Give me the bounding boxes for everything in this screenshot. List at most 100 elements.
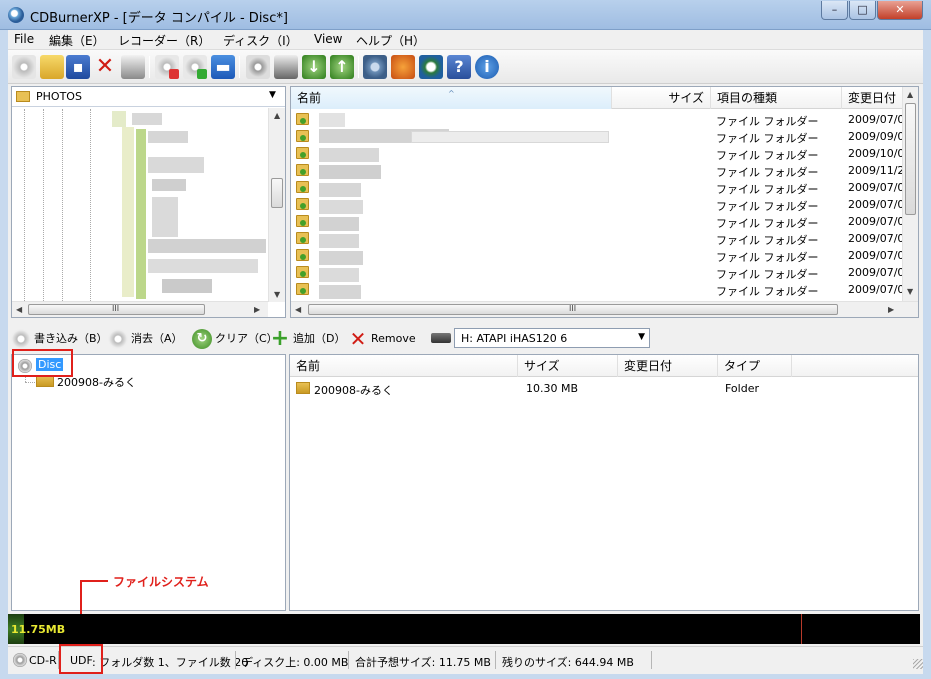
menu-help[interactable]: ヘルプ（H）	[356, 32, 425, 49]
column-header-size[interactable]: サイズ	[612, 87, 711, 109]
remove-button-label: Remove	[371, 332, 416, 345]
help-icon[interactable]: ?	[447, 55, 471, 79]
row-type: ファイル フォルダー	[716, 149, 819, 162]
row-date: 2009/07/0	[848, 249, 905, 262]
chevron-down-icon[interactable]: ▼	[269, 90, 276, 100]
burn-button[interactable]: 書き込み（B）	[11, 328, 108, 350]
annotation-line	[80, 580, 108, 582]
file-list-vertical-scrollbar[interactable]: ▲ ▼	[902, 87, 918, 301]
table-row[interactable]: ファイル フォルダー 2009/07/0	[291, 213, 904, 230]
row-date: 2009/07/0	[848, 283, 905, 296]
scroll-thumb[interactable]	[905, 103, 916, 215]
settings-icon[interactable]	[363, 55, 387, 79]
menu-file[interactable]: File	[14, 32, 34, 46]
info-icon[interactable]: i	[475, 55, 499, 79]
column-header-type[interactable]: 項目の種類	[711, 87, 842, 109]
table-row[interactable]: ファイル フォルダー 2009/07/0	[291, 196, 904, 213]
menu-recorder[interactable]: レコーダー（R）	[118, 32, 210, 49]
folder-tree[interactable]: PHOTOS ▼ ▲ ▼ ◀ III ▶	[11, 86, 286, 318]
open-icon[interactable]	[40, 55, 64, 79]
add-icon: +	[270, 326, 290, 351]
drive-icon[interactable]	[274, 55, 298, 79]
folder-icon	[296, 130, 309, 142]
file-list[interactable]: 名前 ^ サイズ 項目の種類 変更日付 ファイル フォルダー 2009/07/0 ファ…	[290, 86, 919, 318]
remaining-size: 残りのサイズ: 644.94 MB	[502, 656, 634, 669]
tree-vertical-scrollbar[interactable]: ▲ ▼	[268, 108, 285, 302]
menu-edit[interactable]: 編集（E）	[49, 32, 105, 49]
folder-icon	[296, 232, 309, 244]
row-date: 2009/11/2	[848, 164, 905, 177]
app-icon[interactable]	[8, 7, 24, 23]
burn-button-label: 書き込み（B）	[34, 332, 108, 345]
media-type: CD-R	[29, 654, 57, 667]
minimize-button[interactable]: –	[821, 1, 848, 20]
chevron-down-icon[interactable]: ▼	[638, 332, 645, 342]
drive-icon	[431, 333, 451, 343]
erase-button[interactable]: 消去（A）	[108, 328, 183, 350]
folder-icon	[296, 249, 309, 261]
row-date: 2009/07/0	[848, 232, 905, 245]
row-name: 200908-みるく	[314, 384, 393, 397]
compile-list[interactable]: 名前 サイズ 変更日付 タイプ 200908-みるく 10.30 MB Fold…	[289, 354, 919, 611]
export-icon[interactable]: ↑	[330, 55, 354, 79]
status-bar: CD-R UDF : フォルダ数 1、ファイル数 20 ディスク上: 0.00 …	[8, 646, 923, 674]
close-button[interactable]: ✕	[877, 1, 923, 20]
burn-disc-icon	[11, 329, 31, 349]
search-icon[interactable]	[419, 55, 443, 79]
folder-icon	[296, 147, 309, 159]
file-list-header: 名前 ^ サイズ 項目の種類 変更日付	[291, 87, 918, 109]
column-header-size[interactable]: サイズ	[518, 355, 618, 377]
erase-disc-icon[interactable]	[155, 55, 179, 79]
compile-list-header: 名前 サイズ 変更日付 タイプ	[290, 355, 918, 377]
column-header-name[interactable]: 名前	[290, 355, 518, 377]
add-button[interactable]: + 追加（D）	[270, 326, 346, 351]
row-date: 2009/09/0	[848, 130, 905, 143]
new-disc-icon[interactable]	[12, 55, 36, 79]
table-row[interactable]: ファイル フォルダー 2009/07/0	[291, 247, 905, 264]
title-bar[interactable]: CDBurnerXP - [データ コンパイル - Disc*] – □ ✕	[0, 0, 931, 30]
folder-icon	[296, 113, 309, 125]
folder-combo-text: PHOTOS	[36, 90, 82, 103]
column-header-type[interactable]: タイプ	[718, 355, 792, 377]
drive-select[interactable]: H: ATAPI iHAS120 6 ▼	[454, 328, 650, 348]
remove-button[interactable]: ✕ Remove	[348, 328, 416, 350]
print-icon[interactable]	[121, 55, 145, 79]
maximize-button[interactable]: □	[849, 1, 876, 20]
menu-view[interactable]: View	[314, 32, 342, 46]
cd-icon	[13, 653, 27, 667]
scroll-thumb[interactable]	[271, 178, 283, 208]
column-header-name[interactable]: 名前 ^	[291, 87, 612, 109]
folder-icon	[16, 91, 30, 102]
table-row[interactable]: ファイル フォルダー 2009/07/0	[291, 281, 905, 298]
row-size: 10.30 MB	[526, 382, 579, 395]
size-on-disc: ディスク上: 0.00 MB	[242, 656, 349, 669]
row-date: 2009/07/0	[848, 181, 905, 194]
import-session-icon[interactable]: ↓	[302, 55, 326, 79]
table-row[interactable]: ファイル フォルダー 2009/07/0	[291, 111, 904, 128]
table-row[interactable]: ファイル フォルダー 2009/10/0	[291, 145, 904, 162]
menu-disc[interactable]: ディスク（I）	[223, 32, 298, 49]
verify-disc-icon[interactable]	[183, 55, 207, 79]
save-icon[interactable]: ▪	[66, 55, 90, 79]
column-header-date[interactable]: 変更日付	[842, 87, 907, 109]
tree-horizontal-scrollbar[interactable]: ◀ III ▶	[12, 301, 268, 317]
resize-grip[interactable]	[913, 659, 923, 669]
table-row[interactable]: ファイル フォルダー 2009/11/2	[291, 162, 905, 179]
table-row[interactable]: ファイル フォルダー 2009/07/0	[291, 179, 905, 196]
folder-icon	[296, 266, 309, 278]
capacity-bar: 11.75MB	[8, 614, 920, 644]
file-list-horizontal-scrollbar[interactable]: ◀ III ▶	[291, 301, 918, 317]
annotation-label: ファイルシステム	[113, 575, 209, 589]
blue-disc-icon[interactable]: ▬	[211, 55, 235, 79]
clear-button[interactable]: ↻ クリア（C）	[192, 328, 278, 350]
folder-combo[interactable]: PHOTOS ▼	[12, 87, 285, 107]
disc-info-icon[interactable]	[246, 55, 270, 79]
row-type: ファイル フォルダー	[716, 234, 819, 247]
table-row[interactable]: ファイル フォルダー 2009/07/0	[291, 264, 904, 281]
capacity-label: 11.75MB	[11, 623, 66, 636]
table-row[interactable]: 200908-みるく 10.30 MB Folder	[290, 381, 902, 398]
column-header-date[interactable]: 変更日付	[618, 355, 718, 377]
browser-icon[interactable]	[391, 55, 415, 79]
delete-icon[interactable]: ✕	[93, 55, 117, 79]
table-row[interactable]: ファイル フォルダー 2009/07/0	[291, 230, 905, 247]
